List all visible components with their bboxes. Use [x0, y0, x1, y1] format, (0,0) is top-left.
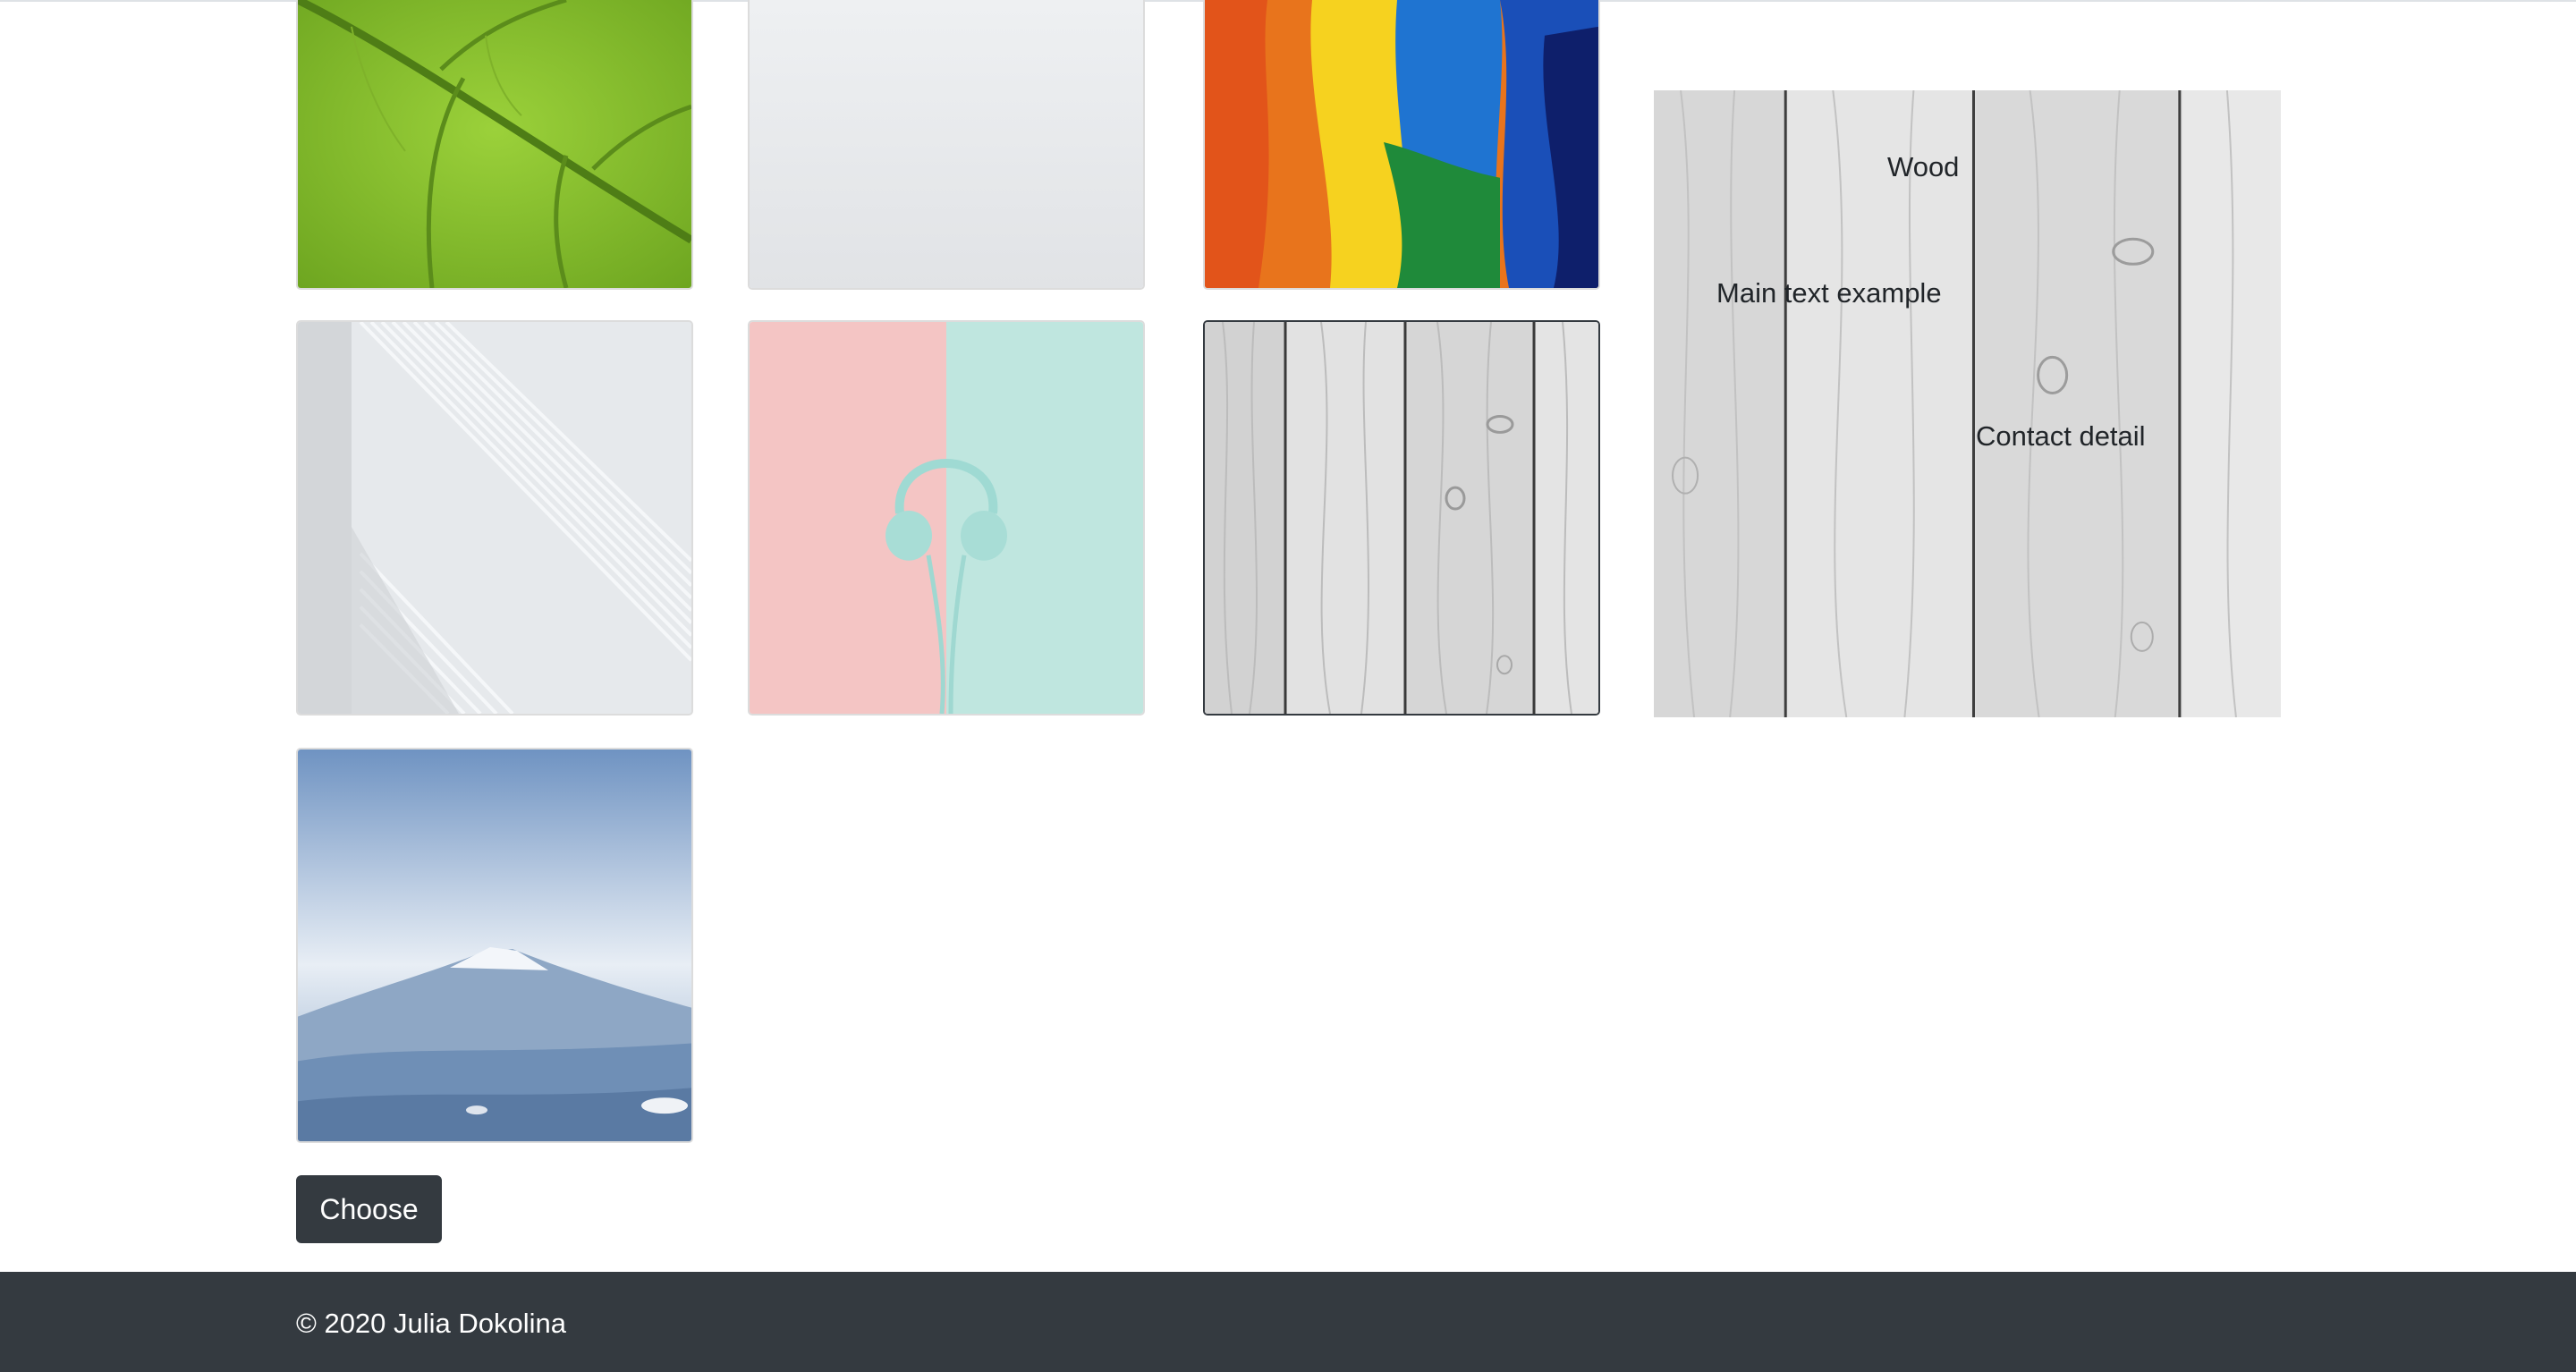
preview-main-text: Main text example	[1716, 277, 1942, 309]
mountain-image	[298, 750, 691, 1141]
paint-strokes-image	[1205, 0, 1598, 288]
footer: © 2020 Julia Dokolina	[0, 1272, 2576, 1372]
image-tile-leaf[interactable]	[296, 0, 693, 290]
image-tile-mountain[interactable]	[296, 748, 693, 1143]
preview-wood-background	[1654, 90, 2281, 717]
preview-title: Wood	[1887, 151, 1960, 182]
white-surface-image	[750, 0, 1143, 288]
leaf-image	[298, 0, 691, 288]
image-tile-paint[interactable]	[1203, 0, 1600, 290]
image-tile-headphones[interactable]	[748, 320, 1145, 716]
footer-copyright: © 2020 Julia Dokolina	[296, 1308, 567, 1339]
choose-button[interactable]: Choose	[296, 1175, 442, 1243]
image-tile-wood-selected[interactable]	[1203, 320, 1600, 716]
image-tile-white[interactable]	[748, 0, 1145, 290]
preview-contact-detail: Contact detail	[1976, 420, 2146, 452]
image-tile-stripes[interactable]	[296, 320, 693, 716]
headphones-image	[750, 322, 1143, 714]
preview-card: Wood Main text example Contact detail	[1654, 90, 2281, 717]
wood-planks-image	[1205, 322, 1598, 714]
shadow-stripes-image	[298, 322, 691, 714]
